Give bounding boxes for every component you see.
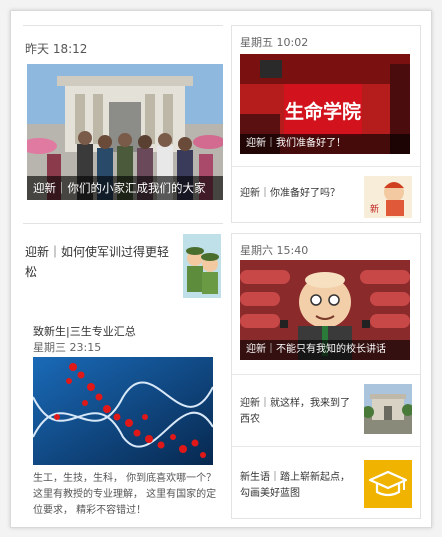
graduation-cap-icon xyxy=(364,460,412,508)
sign-text: 生命学院 xyxy=(285,100,361,123)
article-description: 生工，生技，生科， 你到底喜欢哪一个？这里有教授的专业理解， 这里有国家的定位要… xyxy=(33,473,217,516)
article-thumbnail: 新 xyxy=(364,176,412,218)
group-time: 星期六 15:40 xyxy=(240,244,309,257)
article-cover-image-president[interactable]: 迎新｜不能只有我知的校长讲话 xyxy=(240,260,410,360)
article-group-friday: 星期五 10:02 生命学院 迎新｜我们准备好了！ 迎新｜你准备好了吗？ 新 xyxy=(231,25,421,223)
article-caption: 迎新｜你们的小家汇成我们的大家 xyxy=(27,176,223,200)
article-row-title[interactable]: 迎新｜就这样，我来到了西农 xyxy=(240,396,352,428)
article-time: 昨天 18:12 xyxy=(25,42,88,56)
svg-text:新: 新 xyxy=(370,203,379,215)
article-title: 致新生|三生专业汇总 xyxy=(33,325,136,338)
article-card-majors-summary[interactable]: 致新生|三生专业汇总 星期三 23:15 生工，生技，生科， 你到底喜欢哪一个？… xyxy=(23,311,223,516)
group-time: 星期五 10:02 xyxy=(240,36,309,49)
article-card-military-training[interactable]: 迎新｜如何使军训过得更轻松 xyxy=(23,223,223,304)
article-thumbnail xyxy=(183,234,221,298)
divider xyxy=(232,446,420,447)
divider xyxy=(232,166,420,167)
article-thumbnail xyxy=(364,384,412,434)
article-row-title[interactable]: 迎新｜你准备好了吗？ xyxy=(240,186,356,202)
article-cover-image: 迎新｜你们的小家汇成我们的大家 xyxy=(27,64,223,200)
article-row-title[interactable]: 新生语｜踏上崭新起点，勾画美好蓝图 xyxy=(240,470,356,502)
article-caption: 迎新｜我们准备好了！ xyxy=(240,134,410,154)
article-card-campus-gathering[interactable]: 昨天 18:12 迎新｜你们的小家汇成我们的大家 xyxy=(23,25,223,208)
divider xyxy=(232,374,420,375)
feed-frame: 昨天 18:12 迎新｜你们的小家汇成我们的大家 迎新｜如何使军训过得更轻松 致… xyxy=(10,10,432,528)
article-title: 迎新｜如何使军训过得更轻松 xyxy=(25,245,170,279)
article-caption: 迎新｜不能只有我知的校长讲话 xyxy=(240,340,410,360)
article-cover-image-life-college[interactable]: 生命学院 迎新｜我们准备好了！ xyxy=(240,54,410,154)
article-cover-image xyxy=(33,357,213,465)
article-group-saturday: 星期六 15:40 迎新｜不能只有我知的校长讲话 迎新｜就这样，我来到了西农 新… xyxy=(231,233,421,519)
article-time: 星期三 23:15 xyxy=(33,341,102,354)
